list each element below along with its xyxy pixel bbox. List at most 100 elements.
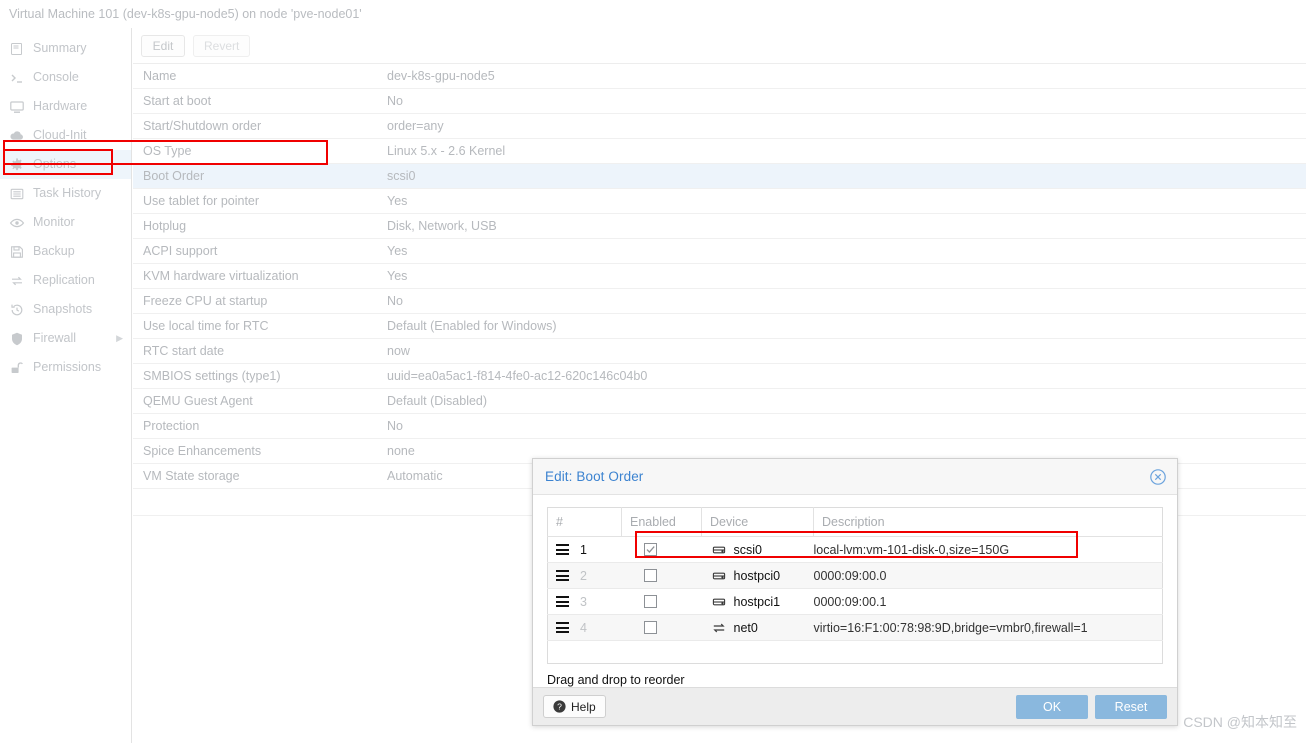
row-enabled-cell[interactable] [621,536,702,563]
sidebar-item-options[interactable]: Options [0,150,131,179]
history-icon [8,301,25,318]
options-row[interactable]: KVM hardware virtualization Yes [133,264,1306,289]
option-key: Name [143,69,177,83]
options-row[interactable]: RTC start date now [133,339,1306,364]
options-row[interactable]: Freeze CPU at startup No [133,289,1306,314]
gear-icon [8,156,25,173]
row-index-cell[interactable]: 1 [547,536,622,563]
table-row[interactable]: 4 net0 virtio=16:F1:00:78:98:9D,bridge=v… [547,614,1163,641]
sidebar-item-monitor[interactable]: Monitor [0,208,131,237]
dialog-header: Edit: Boot Order [533,459,1177,495]
row-enabled-cell[interactable] [621,588,702,615]
sidebar-item-label: Console [33,70,79,84]
sidebar-item-label: Monitor [33,215,75,229]
boot-order-table: # Enabled Device Description 1 scsi0 loc… [547,507,1163,664]
option-key: Freeze CPU at startup [143,294,268,308]
drag-handle-icon[interactable] [556,544,569,555]
question-mark-icon: ? [553,700,566,713]
sidebar-item-permissions[interactable]: Permissions [0,353,131,382]
option-value: Linux 5.x - 2.6 Kernel [387,144,506,158]
option-value: Default (Disabled) [387,394,488,408]
row-description: virtio=16:F1:00:78:98:9D,bridge=vmbr0,fi… [813,614,1163,641]
option-key: RTC start date [143,344,225,358]
option-value: No [387,294,403,308]
sidebar-item-label: Hardware [33,99,88,113]
dialog-footer: ? Help OK Reset [533,687,1177,725]
option-key: SMBIOS settings (type1) [143,369,281,383]
row-enabled-cell[interactable] [621,562,702,589]
options-row[interactable]: Start/Shutdown order order=any [133,114,1306,139]
drag-handle-icon[interactable] [556,596,569,607]
table-row[interactable]: 1 scsi0 local-lvm:vm-101-disk-0,size=150… [547,536,1163,563]
help-button[interactable]: ? Help [543,695,606,718]
enabled-checkbox[interactable] [643,621,657,634]
options-row[interactable]: Start at boot No [133,89,1306,114]
enabled-checkbox[interactable] [643,569,657,582]
unlock-icon [8,359,25,376]
column-header-description[interactable]: Description [813,507,1163,537]
option-value: No [387,419,403,433]
option-key: QEMU Guest Agent [143,394,253,408]
option-value: Disk, Network, USB [387,219,497,233]
sidebar-item-label: Summary [33,41,87,55]
close-circle-icon[interactable] [1149,468,1167,486]
options-row[interactable]: ACPI support Yes [133,239,1306,264]
options-row[interactable]: QEMU Guest Agent Default (Disabled) [133,389,1306,414]
drag-handle-icon[interactable] [556,570,569,581]
option-value: scsi0 [387,169,416,183]
options-row[interactable]: Protection No [133,414,1306,439]
summary-icon [8,40,25,57]
enabled-checkbox[interactable] [643,543,657,556]
device-name: net0 [733,620,758,635]
sidebar-item-label: Options [33,157,77,171]
edit-boot-order-dialog: Edit: Boot Order # Enabled Device Descri… [532,458,1178,726]
options-row-boot-order[interactable]: Boot Order scsi0 [133,164,1306,189]
sidebar-item-backup[interactable]: Backup [0,237,131,266]
sidebar-item-label: Task History [33,186,102,200]
options-row[interactable]: OS Type Linux 5.x - 2.6 Kernel [133,139,1306,164]
row-index: 4 [580,620,587,635]
option-key: OS Type [143,144,192,158]
column-header-device[interactable]: Device [701,507,814,537]
options-row[interactable]: Hotplug Disk, Network, USB [133,214,1306,239]
help-label: Help [571,699,596,714]
sidebar-item-firewall[interactable]: Firewall ▶ [0,324,131,353]
column-header-enabled[interactable]: Enabled [621,507,702,537]
option-value: Yes [387,244,408,258]
sidebar-item-console[interactable]: Console [0,63,131,92]
options-grid: Name dev-k8s-gpu-node5 Start at boot No … [133,64,1306,516]
sidebar-item-label: Backup [33,244,75,258]
options-row[interactable]: Name dev-k8s-gpu-node5 [133,64,1306,89]
sidebar-item-label: Cloud-Init [33,128,87,142]
sidebar-item-task-history[interactable]: Task History [0,179,131,208]
options-row[interactable]: Use local time for RTC Default (Enabled … [133,314,1306,339]
sidebar-item-summary[interactable]: Summary [0,34,131,63]
reset-button[interactable]: Reset [1095,694,1167,719]
column-header-index[interactable]: # [547,507,622,537]
option-key: VM State storage [143,469,240,483]
options-row[interactable]: SMBIOS settings (type1) uuid=ea0a5ac1-f8… [133,364,1306,389]
table-row[interactable]: 3 hostpci1 0000:09:00.1 [547,588,1163,615]
row-index-cell[interactable]: 3 [547,588,622,615]
table-row[interactable]: 2 hostpci0 0000:09:00.0 [547,562,1163,589]
sidebar-item-snapshots[interactable]: Snapshots [0,295,131,324]
sidebar-item-hardware[interactable]: Hardware [0,92,131,121]
cloud-icon [8,127,25,144]
sidebar-item-replication[interactable]: Replication [0,266,131,295]
ok-button[interactable]: OK [1016,694,1088,719]
options-row[interactable]: Use tablet for pointer Yes [133,189,1306,214]
sidebar-item-label: Firewall [33,331,77,345]
row-index-cell[interactable]: 2 [547,562,622,589]
reorder-hint: Drag and drop to reorder [547,673,685,687]
table-header-row: # Enabled Device Description [547,507,1163,537]
row-index-cell[interactable]: 4 [547,614,622,641]
options-toolbar: Edit Revert [133,28,1306,64]
row-description: 0000:09:00.0 [813,562,1163,589]
sidebar-item-cloud-init[interactable]: Cloud-Init [0,121,131,150]
row-enabled-cell[interactable] [621,614,702,641]
enabled-checkbox[interactable] [643,595,657,608]
row-description: local-lvm:vm-101-disk-0,size=150G [813,536,1163,563]
option-key: Protection [143,419,200,433]
drag-handle-icon[interactable] [556,622,569,633]
edit-button[interactable]: Edit [141,34,185,57]
